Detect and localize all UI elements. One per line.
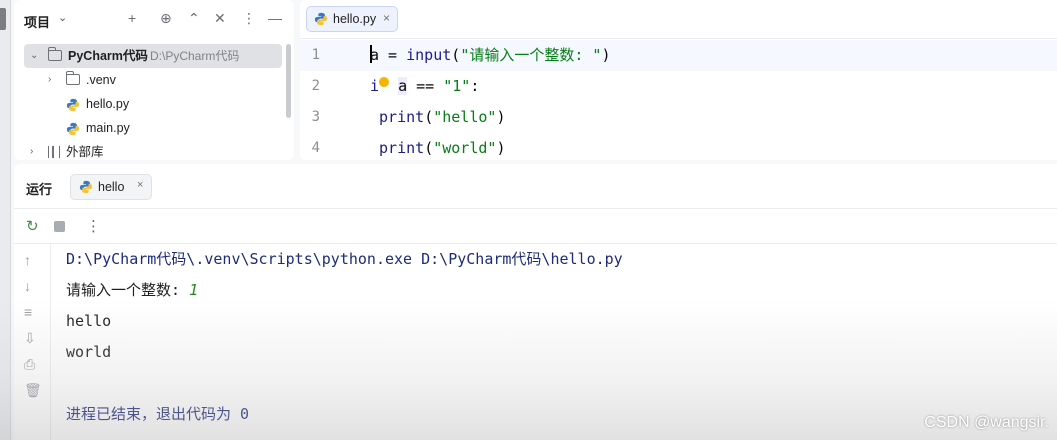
close-icon[interactable]: × [383, 11, 390, 25]
run-panel-title: 运行 [26, 182, 53, 197]
line-number: 2 [311, 78, 320, 94]
folder-icon [48, 47, 62, 61]
console-prompt-line: 请输入一个整数: 1 [66, 281, 199, 299]
console-exit-message: 进程已结束，退出代码为 0 [66, 405, 250, 423]
hide-panel-icon[interactable]: — [268, 10, 282, 26]
tree-item-venv[interactable]: › .venv [24, 68, 282, 92]
tree-item-path: D:\PyCharm代码 [150, 49, 240, 63]
console-command-line: D:\PyCharm代码\.venv\Scripts\python.exe D:… [66, 250, 623, 268]
console-user-input: 1 [189, 281, 199, 299]
tool-strip-marker [0, 8, 6, 30]
tree-item-main-py[interactable]: main.py [24, 116, 282, 140]
stop-icon[interactable] [54, 221, 65, 232]
more-options-icon[interactable]: ⋮ [86, 217, 101, 235]
locate-icon[interactable]: ⊕ [160, 10, 172, 27]
project-panel-header: 项目 ⌄ + ⊕ ⌃ ✕ ⋮ — [14, 0, 294, 38]
code-text: print("world") [379, 139, 506, 157]
scroll-up-icon[interactable]: ↑ [24, 252, 31, 268]
python-file-icon [314, 12, 328, 26]
print-icon[interactable]: ⎙ [24, 356, 35, 373]
expand-all-icon[interactable]: ⌃ [188, 10, 200, 27]
run-panel: 运行 hello × ↻ ⋮ ↑ ↓ ≡ ⇩ ⎙ 🗑 D:\PyCharm代码\… [14, 164, 1057, 440]
left-tool-strip [0, 0, 11, 440]
tree-item-label: 外部库 [66, 145, 104, 159]
tree-item-hello-py[interactable]: hello.py [24, 92, 282, 116]
console-side-toolbar: ↑ ↓ ≡ ⇩ ⎙ 🗑 [14, 244, 51, 440]
line-number: 3 [311, 109, 320, 125]
code-text: print("hello") [379, 108, 506, 126]
code-line: 2 i a == "1": [300, 71, 1057, 102]
console-output-line: hello [66, 312, 112, 330]
project-panel: 项目 ⌄ + ⊕ ⌃ ✕ ⋮ — ⌄ PyCharm代码 D:\PyCharm代… [14, 0, 294, 160]
code-area[interactable]: 1 a = input("请输入一个整数: ") 2 i a == "1": 3… [300, 40, 1057, 160]
code-text: a = input("请输入一个整数: ") [370, 45, 611, 64]
code-line: 4 print("world") [300, 133, 1057, 164]
line-number: 4 [311, 140, 320, 156]
scroll-down-icon[interactable]: ↓ [24, 278, 31, 294]
python-file-icon [66, 98, 80, 112]
more-options-icon[interactable]: ⋮ [242, 10, 256, 27]
chevron-down-icon[interactable]: ⌄ [58, 11, 67, 24]
project-panel-title[interactable]: 项目 [24, 12, 50, 31]
code-line: 3 print("hello") [300, 102, 1057, 133]
tree-item-label: .venv [86, 73, 116, 87]
library-icon [48, 146, 60, 158]
intention-bulb-icon[interactable] [379, 77, 390, 87]
chevron-down-icon[interactable]: ⌄ [30, 44, 38, 68]
tab-label: hello.py [333, 12, 377, 26]
project-scrollbar[interactable] [286, 44, 291, 118]
tab-label: hello [98, 180, 125, 194]
tree-item-project-root[interactable]: ⌄ PyCharm代码 D:\PyCharm代码 [24, 44, 282, 68]
code-text: i a == "1": [370, 77, 480, 95]
tree-item-label: main.py [86, 121, 130, 135]
chevron-right-icon[interactable]: › [30, 140, 33, 164]
close-icon[interactable]: × [137, 179, 143, 191]
chevron-right-icon[interactable]: › [48, 68, 51, 92]
run-tab-hello[interactable]: hello × [70, 174, 152, 200]
code-editor: hello.py × 1 a = input("请输入一个整数: ") 2 i … [300, 0, 1057, 160]
python-file-icon [66, 122, 80, 136]
rerun-icon[interactable]: ↻ [26, 217, 39, 235]
tree-item-label: hello.py [86, 97, 130, 111]
collapse-all-icon[interactable]: ✕ [214, 10, 226, 27]
add-icon[interactable]: + [128, 10, 136, 26]
watermark: CSDN @wangsir. [924, 414, 1049, 431]
tree-item-external-libraries[interactable]: › 外部库 [24, 140, 282, 164]
tab-hello-py[interactable]: hello.py × [306, 6, 398, 32]
run-toolbar: ↻ ⋮ [14, 208, 1057, 244]
python-file-icon [79, 180, 93, 194]
editor-tab-bar: hello.py × [300, 0, 1057, 39]
tree-item-label: PyCharm代码 [68, 49, 148, 63]
line-number: 1 [311, 47, 320, 63]
scroll-to-end-icon[interactable]: ⇩ [24, 330, 36, 347]
trash-icon[interactable]: 🗑 [24, 382, 42, 399]
folder-icon [66, 71, 80, 85]
code-line: 1 a = input("请输入一个整数: ") [300, 40, 1057, 71]
soft-wrap-icon[interactable]: ≡ [24, 304, 32, 320]
console-output-line: world [66, 343, 112, 361]
